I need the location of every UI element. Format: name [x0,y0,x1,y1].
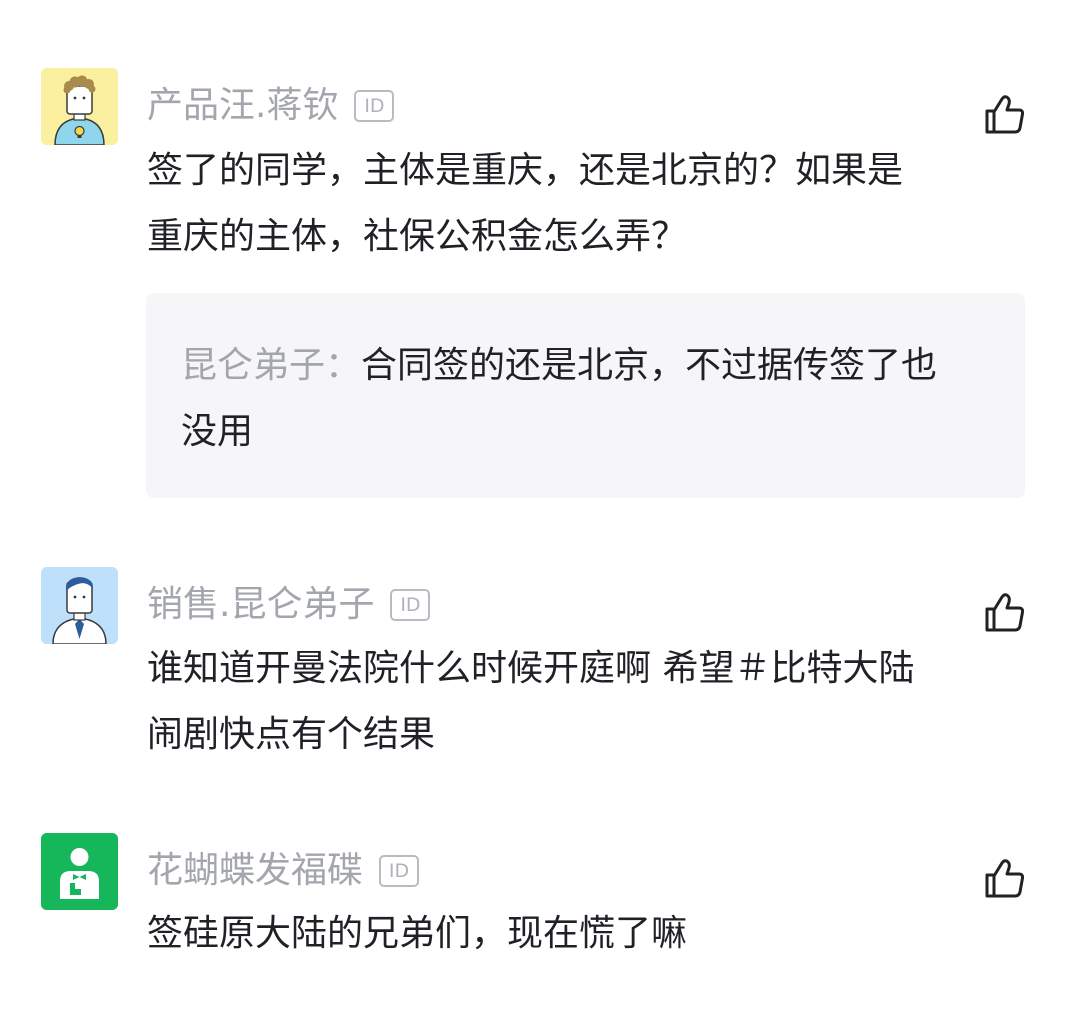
comment-item: 产品汪.蒋钦 ID 签了的同学，主体是重庆，还是北京的？如果是 重庆的主体，社保… [0,0,1080,520]
comment-text-line: 谁知道开曼法院什么时候开庭啊 希望＃比特大陆 [147,648,915,689]
avatar[interactable] [41,567,118,644]
id-badge: ID [379,855,420,887]
reply-text: 昆仑弟子：合同签的还是北京，不过据传签了也 没用 [181,333,1001,465]
username[interactable]: 花蝴蝶发福碟 [147,846,363,896]
like-button[interactable] [984,94,1026,136]
reply-content: 合同签的还是北京，不过据传签了也 [361,345,938,386]
comment-text: 谁知道开曼法院什么时候开庭啊 希望＃比特大陆 闹剧快点有个结果 [147,636,947,768]
comment-text: 签了的同学，主体是重庆，还是北京的？如果是 重庆的主体，社保公积金怎么弄？ [147,138,947,270]
waiter-avatar-icon [41,833,118,910]
salesperson-avatar-icon [41,567,118,644]
comment-text: 签硅原大陆的兄弟们，现在慌了嘛 [147,901,947,967]
thumbs-up-icon [985,859,1025,898]
avatar[interactable] [41,68,118,145]
product-manager-avatar-icon [41,68,118,145]
thumbs-up-icon [985,95,1025,134]
id-badge: ID [390,589,431,621]
id-badge: ID [354,90,395,122]
avatar[interactable] [41,833,118,910]
comment-text-line: 签了的同学，主体是重庆，还是北京的？如果是 [147,150,904,191]
thumbs-up-icon [985,593,1025,632]
comment-text-line: 重庆的主体，社保公积金怎么弄？ [147,216,688,257]
comment-text-line: 闹剧快点有个结果 [147,714,436,755]
reply-line: 昆仑弟子：合同签的还是北京，不过据传签了也 [181,333,1001,399]
reply-box[interactable]: 昆仑弟子：合同签的还是北京，不过据传签了也 没用 [146,293,1025,498]
reply-content-line: 没用 [181,411,254,452]
username[interactable]: 销售.昆仑弟子 [147,580,374,630]
username-row: 销售.昆仑弟子 ID [147,580,431,630]
like-button[interactable] [984,858,1026,900]
reply-author[interactable]: 昆仑弟子： [181,345,361,386]
username-row: 产品汪.蒋钦 ID [147,81,395,131]
username-row: 花蝴蝶发福碟 ID [147,846,420,896]
comment-text-line: 签硅原大陆的兄弟们，现在慌了嘛 [147,913,688,954]
like-button[interactable] [984,592,1026,634]
username[interactable]: 产品汪.蒋钦 [147,81,338,131]
